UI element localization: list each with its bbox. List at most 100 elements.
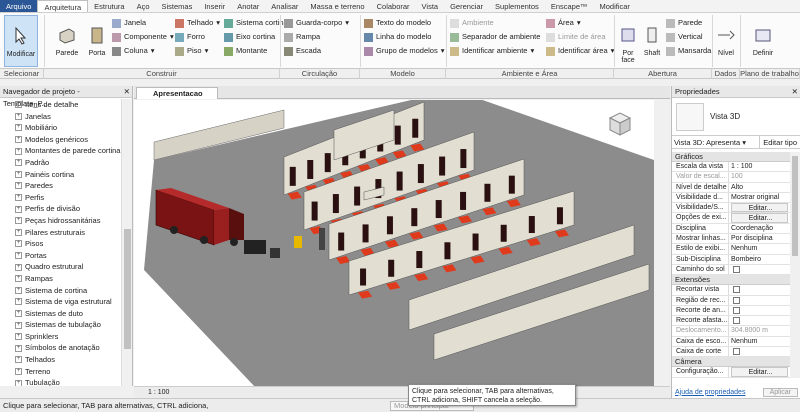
floor-button[interactable]: Piso ▾ — [175, 45, 208, 57]
menu-tab-0[interactable]: Arquivo — [0, 0, 38, 12]
menu-tab-7[interactable]: Analisar — [265, 0, 304, 12]
menu-tab-1[interactable]: Arquitetura — [37, 0, 89, 12]
panel-label-5[interactable]: Abertura — [614, 69, 712, 79]
property-checkbox[interactable] — [733, 306, 740, 314]
expand-icon[interactable]: + — [15, 356, 22, 364]
expand-icon[interactable]: + — [15, 286, 22, 294]
properties-help-link[interactable]: Ajuda de propriedades — [675, 389, 745, 396]
menu-tab-11[interactable]: Gerenciar — [444, 0, 489, 12]
panel-label-6[interactable]: Dados — [712, 69, 740, 79]
tag-area-button[interactable]: Identificar área ▾ — [546, 45, 614, 57]
modify-button[interactable]: Modificar — [4, 15, 38, 67]
expand-icon[interactable]: + — [15, 147, 22, 155]
window-button[interactable]: Janela — [112, 17, 146, 29]
tree-item[interactable]: + Terreno — [0, 366, 121, 378]
expand-icon[interactable]: + — [15, 333, 22, 341]
menu-tab-14[interactable]: Modificar — [594, 0, 636, 12]
model-group-button[interactable]: Grupo de modelos ▾ — [364, 45, 444, 57]
tree-item[interactable]: + Mobiliário — [0, 122, 121, 134]
panel-label-2[interactable]: Circulação — [280, 69, 360, 79]
level-button[interactable]: Nível — [714, 15, 738, 67]
door-button[interactable]: Porta — [80, 15, 114, 67]
expand-icon[interactable]: + — [15, 298, 22, 306]
expand-icon[interactable]: + — [15, 321, 22, 329]
menu-tab-4[interactable]: Sistemas — [156, 0, 199, 12]
expand-icon[interactable]: + — [15, 263, 22, 271]
property-value[interactable]: Nenhum — [729, 244, 790, 253]
panel-label-7[interactable]: Plano de trabalho — [740, 69, 800, 79]
tree-item[interactable]: + Símbolos de anotação — [0, 342, 121, 354]
menu-tab-10[interactable]: Vista — [416, 0, 445, 12]
property-checkbox[interactable] — [733, 265, 740, 273]
model-text-button[interactable]: Texto do modelo — [364, 17, 431, 29]
column-button[interactable]: Coluna ▾ — [112, 45, 155, 57]
property-edit-button[interactable]: Editar... — [731, 213, 788, 223]
room-button[interactable]: Ambiente — [450, 17, 494, 29]
expand-icon[interactable]: + — [15, 228, 22, 236]
tree-item[interactable]: + Painéis cortina — [0, 169, 121, 181]
curtain-system-button[interactable]: Sistema cortina — [224, 17, 288, 29]
tree-item[interactable]: + Telhados — [0, 354, 121, 366]
dormer-button[interactable]: Mansarda — [666, 45, 711, 57]
tab-apresentacao[interactable]: Apresentacao — [136, 87, 218, 99]
property-value[interactable]: Coordenação — [729, 224, 790, 233]
menu-tab-5[interactable]: Inserir — [198, 0, 231, 12]
expand-icon[interactable]: + — [15, 252, 22, 260]
mullion-button[interactable]: Montante — [224, 45, 267, 57]
tree-item[interactable]: + Itens de detalhe — [0, 99, 121, 111]
panel-label-0[interactable]: Selecionar — [0, 69, 44, 79]
property-group-extents[interactable]: Extensões — [672, 275, 790, 286]
stair-button[interactable]: Escada — [284, 45, 321, 57]
properties-scrollbar[interactable] — [790, 152, 800, 378]
viewcube-icon[interactable] — [604, 108, 636, 140]
wall-button[interactable]: Parede — [50, 15, 84, 67]
expand-icon[interactable]: + — [15, 205, 22, 213]
menu-tab-9[interactable]: Colaborar — [371, 0, 416, 12]
property-checkbox[interactable] — [733, 296, 740, 304]
tree-item[interactable]: + Sistema de viga estrutural — [0, 296, 121, 308]
tree-item[interactable]: + Quadro estrutural — [0, 261, 121, 273]
by-face-button[interactable]: Por face — [616, 15, 640, 67]
tree-item[interactable]: + Perfis de divisão — [0, 203, 121, 215]
expand-icon[interactable]: + — [15, 194, 22, 202]
property-checkbox[interactable] — [733, 317, 740, 325]
tree-item[interactable]: + Pilares estruturais — [0, 227, 121, 239]
menu-tab-2[interactable]: Estrutura — [88, 0, 130, 12]
menu-tab-13[interactable]: Enscape™ — [545, 0, 594, 12]
panel-label-3[interactable]: Modelo — [360, 69, 446, 79]
tree-item[interactable]: + Sprinklers — [0, 331, 121, 343]
tree-item[interactable]: + Peças hidrossanitárias — [0, 215, 121, 227]
property-edit-button[interactable]: Editar... — [731, 367, 788, 377]
area-boundary-button[interactable]: Limite de área — [546, 31, 606, 43]
tree-item[interactable]: + Pisos — [0, 238, 121, 250]
expand-icon[interactable]: + — [15, 240, 22, 248]
view-scale[interactable]: 1 : 100 — [148, 387, 169, 398]
tree-item[interactable]: + Paredes — [0, 180, 121, 192]
property-value[interactable]: Alto — [729, 183, 790, 192]
apply-button[interactable]: Aplicar — [762, 387, 798, 397]
curtain-grid-button[interactable]: Eixo cortina — [224, 31, 275, 43]
vertical-opening-button[interactable]: Vertical — [666, 31, 703, 43]
expand-icon[interactable]: + — [15, 217, 22, 225]
tree-item[interactable]: + Portas — [0, 250, 121, 262]
expand-icon[interactable]: + — [15, 136, 22, 144]
expand-icon[interactable]: + — [15, 170, 22, 178]
property-checkbox[interactable] — [733, 348, 740, 356]
set-workplane-button[interactable]: Definir — [748, 15, 778, 67]
railing-button[interactable]: Guarda-corpo ▾ — [284, 17, 349, 29]
browser-scrollbar[interactable] — [121, 99, 132, 386]
ceiling-button[interactable]: Forro — [175, 31, 205, 43]
expand-icon[interactable]: + — [15, 309, 22, 317]
tree-item[interactable]: + Padrão — [0, 157, 121, 169]
expand-icon[interactable]: + — [15, 275, 22, 283]
property-value[interactable]: 100 — [729, 172, 790, 181]
property-value[interactable]: 1 : 100 — [729, 162, 790, 171]
expand-icon[interactable]: + — [15, 112, 22, 120]
property-value[interactable]: Mostrar original — [729, 193, 790, 202]
expand-icon[interactable]: + — [15, 367, 22, 375]
property-edit-button[interactable]: Editar... — [731, 203, 788, 213]
3d-viewport[interactable] — [134, 100, 654, 386]
tree-item[interactable]: + Montantes de parede cortina — [0, 145, 121, 157]
expand-icon[interactable]: + — [15, 344, 22, 352]
instance-dropdown[interactable]: Vista 3D: Apresenta ▾ — [672, 135, 761, 149]
